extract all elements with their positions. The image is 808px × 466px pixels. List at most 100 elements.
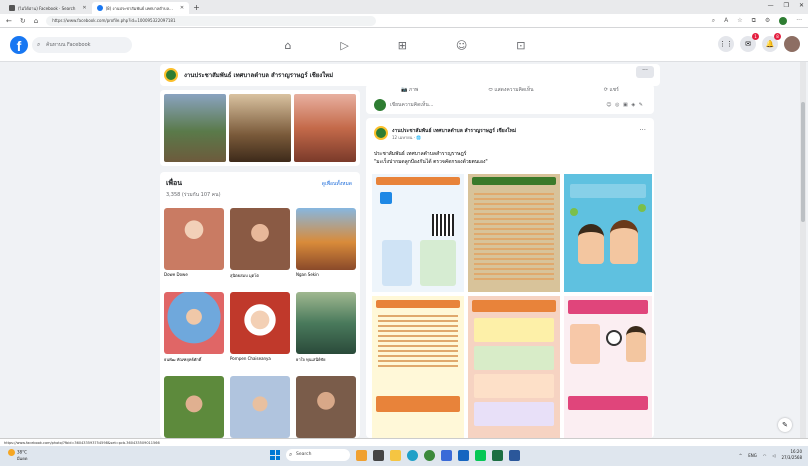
post-image[interactable]	[564, 296, 652, 438]
text-panel	[474, 374, 554, 398]
favorite-icon[interactable]: ☆	[737, 17, 742, 24]
photos-card	[160, 90, 360, 166]
url-field[interactable]: https://www.facebook.com/profile.php?id=…	[46, 15, 377, 26]
photo-action-button[interactable]: 📷 ภาพ	[401, 86, 418, 94]
notifications-icon[interactable]: 🔔 8	[762, 33, 781, 52]
word-icon[interactable]	[509, 449, 520, 461]
photo-thumbnail[interactable]	[164, 94, 226, 162]
mail-icon[interactable]	[458, 449, 469, 461]
friend-photo[interactable]	[230, 376, 290, 438]
post-image[interactable]	[372, 296, 464, 438]
menu-icon[interactable]: ⋮⋮	[718, 36, 734, 52]
friend-photo[interactable]	[230, 292, 290, 354]
friend-name[interactable]: ยาใจ ทุนเสนีย์ชัย	[296, 356, 356, 363]
reload-icon[interactable]: ↻	[20, 17, 26, 25]
friend-photo[interactable]	[296, 292, 356, 354]
messenger-icon[interactable]: ✉ 1	[740, 33, 759, 52]
page-scrollbar[interactable]	[800, 62, 806, 438]
edge-icon[interactable]	[407, 449, 418, 461]
browser-menu-icon[interactable]: ···	[796, 17, 802, 24]
maximize-button[interactable]: ❐	[784, 2, 789, 9]
friend-photo[interactable]	[164, 376, 224, 438]
close-tab-icon[interactable]: ✕	[82, 5, 86, 11]
post-image[interactable]	[468, 296, 560, 438]
browser-tabbar: (ไม่ได้อ่าน) Facebook · Search ✕ (8) งาน…	[0, 0, 808, 14]
friend-photo[interactable]	[164, 208, 224, 270]
friend-name[interactable]: สุนิตยสมบ มุตโต	[230, 272, 290, 279]
volume-icon[interactable]: ◁	[772, 453, 775, 458]
tray-overflow-icon[interactable]: ^	[739, 453, 742, 458]
post-image[interactable]	[468, 174, 560, 292]
close-window-button[interactable]: ✕	[799, 2, 804, 9]
share-action-button[interactable]: ⟳ แชร์	[604, 86, 619, 94]
friend-name[interactable]: Ngan Sekin	[296, 272, 356, 277]
friend-photo[interactable]	[230, 208, 290, 270]
comment-tool-icons[interactable]: ☺ ◎ ▣ ◈ ✎	[606, 102, 644, 108]
friend-item[interactable]: ธนพัฒ ทัณฑยุทธ์ศักดิ์	[164, 292, 224, 372]
video-icon[interactable]: ▷	[340, 39, 348, 52]
see-all-friends-link[interactable]: ดูเพื่อนทั้งหมด	[322, 180, 352, 188]
clock[interactable]: 16:20 27/3/2568	[781, 449, 802, 461]
taskbar-search[interactable]: Search	[286, 449, 350, 461]
friend-name[interactable]: Pornpen Chaiseanya	[230, 356, 290, 361]
close-tab-icon[interactable]: ✕	[180, 5, 184, 11]
browser-tab-page[interactable]: (8) งานประชาสัมพันธ์ เทศบาลตำบล... ✕	[91, 2, 190, 14]
new-tab-button[interactable]: +	[193, 2, 200, 14]
language-indicator[interactable]: ENG	[748, 453, 757, 458]
collections-icon[interactable]: ⧉	[752, 17, 756, 25]
facebook-search-input[interactable]: ⌕ ค้นหาบน Facebook	[32, 37, 132, 53]
widgets-icon[interactable]	[356, 449, 367, 461]
post-more-icon[interactable]: ···	[639, 126, 646, 134]
chrome-icon[interactable]	[424, 449, 435, 461]
friend-photo[interactable]	[296, 376, 356, 438]
gaming-icon[interactable]: ⊡	[516, 39, 525, 52]
excel-icon[interactable]	[492, 449, 503, 461]
read-aloud-icon[interactable]: A	[724, 17, 728, 24]
photo-thumbnail[interactable]	[229, 94, 291, 162]
friend-photo[interactable]	[164, 292, 224, 354]
line-icon[interactable]	[475, 449, 486, 461]
weather-widget[interactable]: 38°C มีแดด	[8, 449, 27, 462]
post-timestamp[interactable]: 12 เมษายน · 🌐	[392, 134, 421, 141]
friend-item[interactable]: Pornpen Chaiseanya	[230, 292, 290, 372]
friend-name[interactable]: ธนพัฒ ทัณฑยุทธ์ศักดิ์	[164, 356, 224, 363]
facebook-header-actions: ⋮⋮ ✉ 1 🔔 8	[718, 33, 800, 52]
windows-start-icon[interactable]	[270, 450, 280, 460]
wifi-icon[interactable]: ◠	[763, 453, 767, 458]
friend-photo[interactable]	[296, 208, 356, 270]
friend-item[interactable]: Ngan Sekin	[296, 208, 356, 288]
page-title[interactable]: งานประชาสัมพันธ์ เทศบาลตำบล สำราญราษฎร์ …	[184, 70, 333, 80]
photo-thumbnail[interactable]	[294, 94, 356, 162]
peace-sign-icon	[606, 330, 622, 346]
store-icon[interactable]	[441, 449, 452, 461]
groups-icon[interactable]: ☺	[456, 39, 467, 52]
browser-tab-search[interactable]: (ไม่ได้อ่าน) Facebook · Search ✕	[4, 2, 92, 14]
facebook-logo-icon[interactable]: f	[10, 36, 28, 54]
page-avatar[interactable]	[164, 68, 178, 82]
friend-item[interactable]: ยาใจ ทุนเสนีย์ชัย	[296, 292, 356, 372]
file-explorer-icon[interactable]	[390, 449, 401, 461]
post-image[interactable]	[372, 174, 464, 292]
page-more-button[interactable]: ···	[636, 66, 654, 78]
zoom-icon[interactable]: ⌕	[712, 17, 715, 25]
extensions-icon[interactable]: ⚙	[765, 17, 770, 24]
profile-avatar[interactable]	[784, 36, 800, 52]
friend-name[interactable]: Dowe Dowe	[164, 272, 224, 277]
home-browser-icon[interactable]: ⌂	[34, 17, 38, 25]
scrollbar-thumb[interactable]	[801, 102, 805, 222]
home-icon[interactable]: ⌂	[284, 39, 291, 52]
new-message-button[interactable]: ✎	[778, 418, 792, 432]
post-author-avatar[interactable]	[374, 126, 388, 140]
comment-action-button[interactable]: ⬭ แสดงความคิดเห็น	[489, 86, 534, 94]
marketplace-icon[interactable]: ⊞	[398, 39, 407, 52]
comment-input[interactable]: เขียนความคิดเห็น...	[390, 101, 602, 109]
browser-profile-icon[interactable]	[779, 16, 788, 25]
friend-item[interactable]: Dowe Dowe	[164, 208, 224, 288]
text-panel	[474, 402, 554, 426]
friends-count: 3,358 (ร่วมกัน 107 คน)	[166, 192, 221, 198]
post-image[interactable]	[564, 174, 652, 292]
task-view-icon[interactable]	[373, 449, 384, 461]
minimize-button[interactable]: —	[768, 2, 774, 9]
friend-item[interactable]: สุนิตยสมบ มุตโต	[230, 208, 290, 288]
back-icon[interactable]: ←	[6, 17, 12, 25]
